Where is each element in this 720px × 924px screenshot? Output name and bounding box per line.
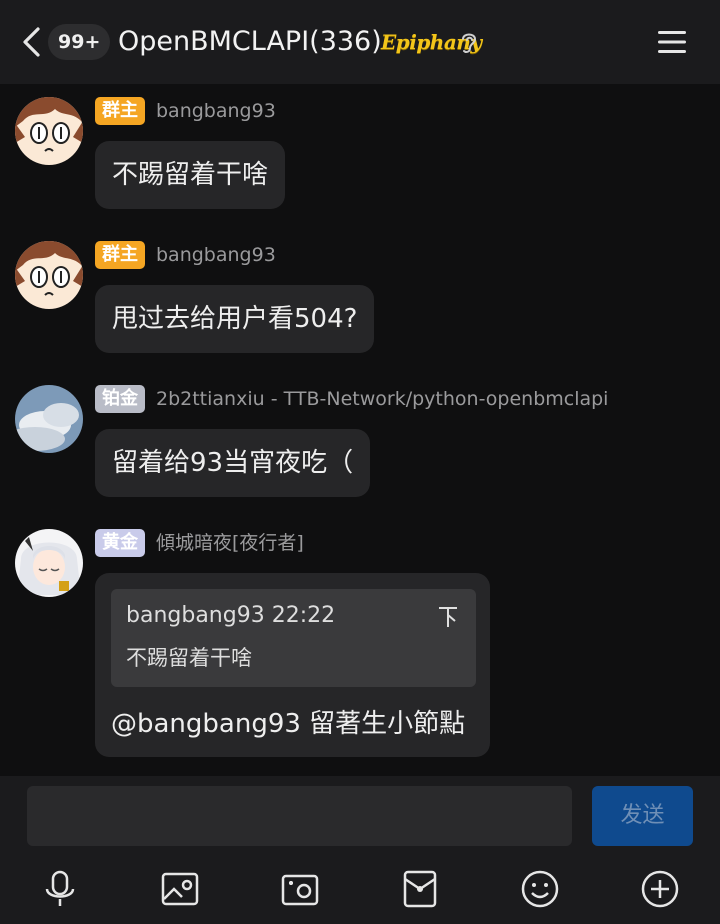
sender-name[interactable]: bangbang93 — [156, 241, 276, 269]
back-icon[interactable] — [18, 26, 46, 58]
avatar[interactable] — [15, 529, 83, 597]
jump-to-quote-icon[interactable] — [437, 605, 459, 629]
sender-name[interactable]: 2b2ttianxiu - TTB-Network/python-openbmc… — [156, 385, 608, 413]
red-packet-icon[interactable] — [400, 869, 440, 909]
role-badge: 群主 — [95, 241, 145, 269]
sender-name[interactable]: bangbang93 — [156, 97, 276, 125]
message-item: 黄金 傾城暗夜[夜行者] bangbang93 22:22 不踢留着干啥 @ba… — [0, 528, 720, 763]
plus-icon[interactable] — [640, 869, 680, 909]
avatar[interactable] — [15, 241, 83, 309]
message-item: 群主 bangbang93 不踢留着干啥 — [0, 96, 720, 216]
image-icon[interactable] — [160, 869, 200, 909]
input-area: 发送 — [0, 776, 720, 924]
ear-icon[interactable] — [458, 29, 480, 57]
message-item: 群主 bangbang93 甩过去给用户看504? — [0, 240, 720, 360]
emoji-icon[interactable] — [520, 869, 560, 909]
chat-title[interactable]: OpenBMCLAPI(336) — [118, 22, 382, 62]
quoted-text: 不踢留着干啥 — [126, 646, 252, 670]
camera-icon[interactable] — [280, 869, 320, 909]
message-text: @bangbang93 留著生小節點 — [111, 709, 466, 739]
menu-icon[interactable] — [656, 28, 688, 56]
unread-count-badge[interactable]: 99+ — [48, 24, 111, 60]
avatar[interactable] — [15, 385, 83, 453]
message-bubble[interactable]: 留着给93当宵夜吃（ — [95, 429, 371, 497]
chat-header: 99+ OpenBMCLAPI(336) Epiphany — [0, 0, 720, 84]
sender-name[interactable]: 傾城暗夜[夜行者] — [156, 529, 304, 557]
microphone-icon[interactable] — [40, 869, 80, 909]
message-item: 铂金 2b2ttianxiu - TTB-Network/python-open… — [0, 384, 720, 504]
quoted-message[interactable]: bangbang93 22:22 不踢留着干啥 — [111, 589, 476, 687]
message-bubble[interactable]: 不踢留着干啥 — [95, 141, 286, 209]
quoted-author-time: bangbang93 22:22 — [126, 603, 336, 628]
avatar[interactable] — [15, 97, 83, 165]
send-button[interactable]: 发送 — [592, 786, 693, 846]
role-badge: 群主 — [95, 97, 145, 125]
role-badge: 黄金 — [95, 529, 145, 557]
message-input[interactable] — [27, 786, 572, 846]
reply-bubble[interactable]: bangbang93 22:22 不踢留着干啥 @bangbang93 留著生小… — [95, 573, 490, 757]
role-badge: 铂金 — [95, 385, 145, 413]
message-bubble[interactable]: 甩过去给用户看504? — [95, 285, 375, 353]
